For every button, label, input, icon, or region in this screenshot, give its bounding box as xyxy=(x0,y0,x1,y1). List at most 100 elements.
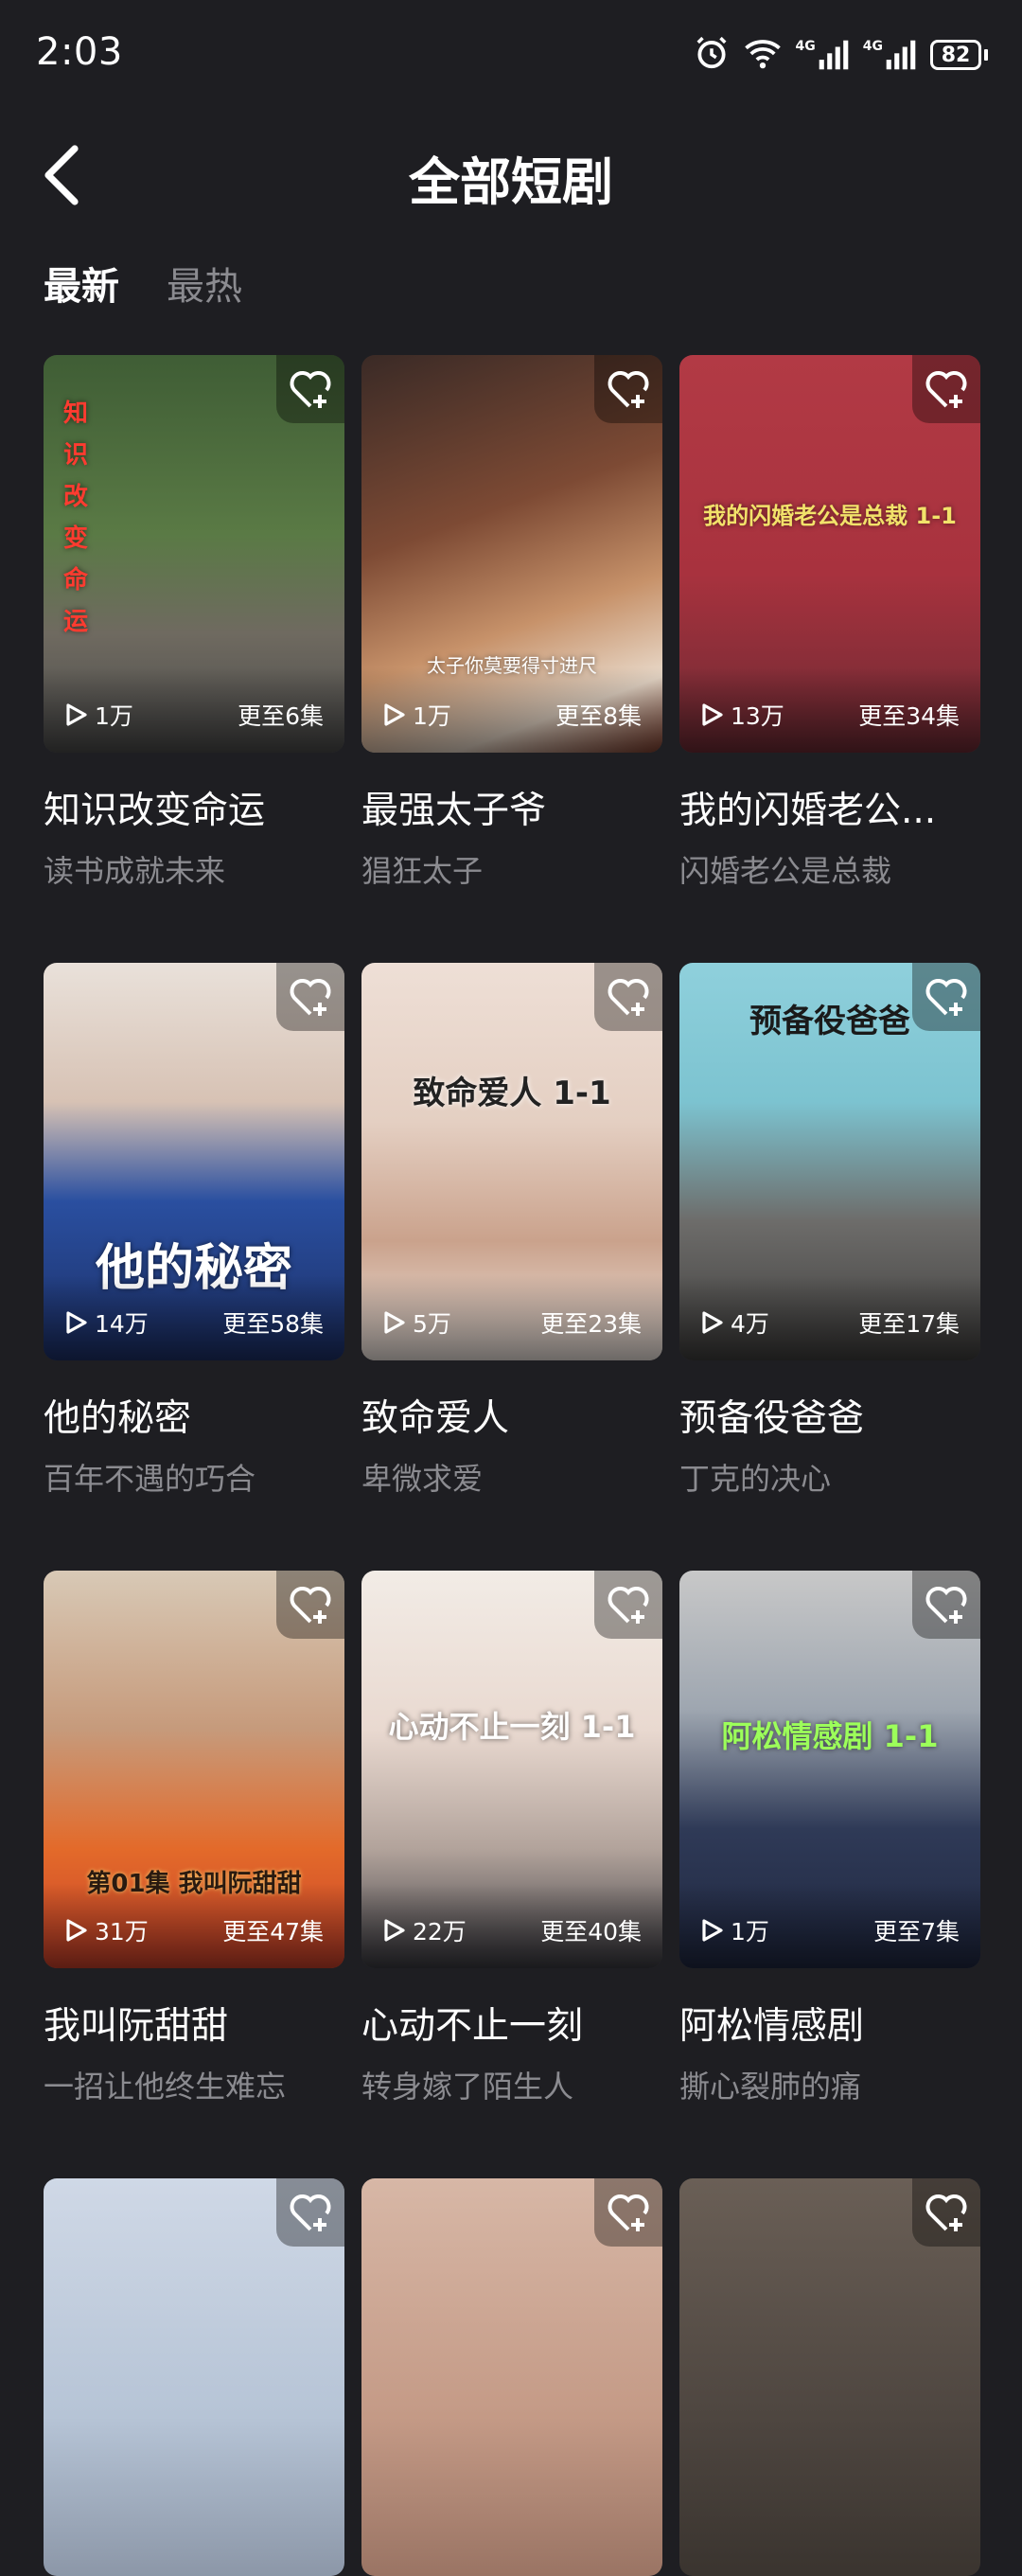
drama-card[interactable] xyxy=(361,2178,662,2576)
drama-thumbnail[interactable]: 太子你莫要得寸进尺 1万 更至8集 xyxy=(361,355,662,753)
drama-card[interactable]: 他的秘密 14万 更至58集 他的秘密 百年不遇的巧合 xyxy=(44,963,344,1499)
sort-tabs: 最新 最热 xyxy=(44,256,242,311)
heart-plus-icon xyxy=(608,979,649,1016)
drama-card[interactable]: 阿松情感剧 1-1 1万 更至7集 阿松情感剧 撕心裂肺的痛 xyxy=(679,1571,980,2106)
battery-icon: 82 xyxy=(930,40,988,70)
drama-thumbnail[interactable]: 预备役爸爸 4万 更至17集 xyxy=(679,963,980,1360)
play-icon xyxy=(66,1919,87,1942)
drama-subtitle: 丁克的决心 xyxy=(679,1461,832,1497)
signal-icon-2: 4G xyxy=(863,39,917,71)
favorite-button[interactable] xyxy=(594,2178,662,2247)
status-icons: 4G 4G 82 xyxy=(694,34,988,76)
play-icon xyxy=(384,703,405,726)
play-icon xyxy=(66,1311,87,1334)
view-count: 4万 xyxy=(702,1306,769,1340)
favorite-button[interactable] xyxy=(276,2178,344,2247)
view-count: 31万 xyxy=(66,1913,149,1947)
drama-thumbnail[interactable]: 第01集 我叫阮甜甜 31万 更至47集 xyxy=(44,1571,344,1968)
drama-thumbnail[interactable]: 致命爱人 1-1 5万 更至23集 xyxy=(361,963,662,1360)
heart-plus-icon xyxy=(290,1587,331,1624)
play-icon xyxy=(66,703,87,726)
drama-card[interactable] xyxy=(44,2178,344,2576)
drama-thumbnail[interactable]: 他的秘密 14万 更至58集 xyxy=(44,963,344,1360)
favorite-button[interactable] xyxy=(276,1571,344,1639)
play-icon xyxy=(702,703,723,726)
drama-card[interactable]: 知识改变命运 1万 更至6集 知识改变命运 读书成就未来 xyxy=(44,355,344,891)
view-count: 1万 xyxy=(66,698,133,732)
drama-title[interactable]: 最强太子爷 xyxy=(361,781,662,834)
heart-plus-icon xyxy=(608,1587,649,1624)
alarm-icon xyxy=(694,35,730,75)
drama-subtitle: 读书成就未来 xyxy=(44,853,226,889)
drama-subtitle: 猖狂太子 xyxy=(361,853,484,889)
drama-thumbnail[interactable]: 阿松情感剧 1-1 1万 更至7集 xyxy=(679,1571,980,1968)
drama-title[interactable]: 他的秘密 xyxy=(44,1389,344,1442)
drama-title[interactable]: 我的闪婚老公... xyxy=(679,781,980,834)
view-count: 5万 xyxy=(384,1306,451,1340)
heart-plus-icon xyxy=(925,2194,967,2231)
drama-thumbnail[interactable]: 我的闪婚老公是总裁 1-1 13万 更至34集 xyxy=(679,355,980,753)
drama-subtitle: 百年不遇的巧合 xyxy=(44,1461,256,1497)
battery-level: 82 xyxy=(930,40,981,70)
favorite-button[interactable] xyxy=(912,1571,980,1639)
drama-card[interactable]: 心动不止一刻 1-1 22万 更至40集 心动不止一刻 转身嫁了陌生人 xyxy=(361,1571,662,2106)
play-icon xyxy=(384,1919,405,1942)
drama-thumbnail[interactable] xyxy=(361,2178,662,2576)
drama-subtitle: 闪婚老公是总裁 xyxy=(679,853,892,889)
episode-count: 更至6集 xyxy=(238,702,324,730)
thumbnail-caption: 知识改变命运 xyxy=(62,400,88,636)
favorite-button[interactable] xyxy=(912,963,980,1031)
drama-subtitle: 转身嫁了陌生人 xyxy=(361,2069,574,2105)
thumbnail-caption: 我的闪婚老公是总裁 1-1 xyxy=(703,503,957,529)
drama-title[interactable]: 阿松情感剧 xyxy=(679,1997,980,2050)
drama-title[interactable]: 我叫阮甜甜 xyxy=(44,1997,344,2050)
favorite-button[interactable] xyxy=(276,963,344,1031)
drama-thumbnail[interactable]: 心动不止一刻 1-1 22万 更至40集 xyxy=(361,1571,662,1968)
view-count: 1万 xyxy=(702,1913,769,1947)
view-count: 13万 xyxy=(702,698,784,732)
episode-count: 更至47集 xyxy=(222,1918,324,1945)
drama-thumbnail[interactable] xyxy=(679,2178,980,2576)
drama-subtitle: 撕心裂肺的痛 xyxy=(679,2069,862,2105)
drama-title[interactable]: 预备役爸爸 xyxy=(679,1389,980,1442)
play-icon xyxy=(384,1311,405,1334)
episode-count: 更至58集 xyxy=(222,1310,324,1338)
status-time: 2:03 xyxy=(36,30,123,74)
header: 全部短剧 xyxy=(0,123,1022,227)
drama-card[interactable] xyxy=(679,2178,980,2576)
drama-card[interactable]: 预备役爸爸 4万 更至17集 预备役爸爸 丁克的决心 xyxy=(679,963,980,1499)
heart-plus-icon xyxy=(290,371,331,408)
status-bar: 2:03 4G 4G 82 xyxy=(0,0,1022,114)
drama-card[interactable]: 我的闪婚老公是总裁 1-1 13万 更至34集 我的闪婚老公... 闪婚老公是总… xyxy=(679,355,980,891)
favorite-button[interactable] xyxy=(912,2178,980,2247)
tab-newest[interactable]: 最新 xyxy=(44,256,119,311)
thumbnail-caption: 心动不止一刻 1-1 xyxy=(388,1709,636,1745)
favorite-button[interactable] xyxy=(912,355,980,423)
episode-count: 更至17集 xyxy=(858,1310,960,1338)
episode-count: 更至40集 xyxy=(540,1918,642,1945)
tab-hottest[interactable]: 最热 xyxy=(167,256,242,311)
drama-thumbnail[interactable] xyxy=(44,2178,344,2576)
drama-title[interactable]: 知识改变命运 xyxy=(44,781,344,834)
view-count: 22万 xyxy=(384,1913,467,1947)
heart-plus-icon xyxy=(290,2194,331,2231)
episode-count: 更至8集 xyxy=(555,702,642,730)
heart-plus-icon xyxy=(925,979,967,1016)
heart-plus-icon xyxy=(925,371,967,408)
favorite-button[interactable] xyxy=(594,355,662,423)
drama-title[interactable]: 致命爱人 xyxy=(361,1389,662,1442)
favorite-button[interactable] xyxy=(276,355,344,423)
drama-title[interactable]: 心动不止一刻 xyxy=(361,1997,662,2050)
signal-icon-1: 4G xyxy=(796,39,850,71)
episode-count: 更至34集 xyxy=(858,702,960,730)
drama-subtitle: 卑微求爱 xyxy=(361,1461,484,1497)
drama-card[interactable]: 太子你莫要得寸进尺 1万 更至8集 最强太子爷 猖狂太子 xyxy=(361,355,662,891)
drama-thumbnail[interactable]: 知识改变命运 1万 更至6集 xyxy=(44,355,344,753)
drama-card[interactable]: 致命爱人 1-1 5万 更至23集 致命爱人 卑微求爱 xyxy=(361,963,662,1499)
thumbnail-caption: 阿松情感剧 1-1 xyxy=(721,1718,939,1754)
view-count: 1万 xyxy=(384,698,451,732)
favorite-button[interactable] xyxy=(594,1571,662,1639)
favorite-button[interactable] xyxy=(594,963,662,1031)
drama-card[interactable]: 第01集 我叫阮甜甜 31万 更至47集 我叫阮甜甜 一招让他终生难忘 xyxy=(44,1571,344,2106)
heart-plus-icon xyxy=(608,371,649,408)
